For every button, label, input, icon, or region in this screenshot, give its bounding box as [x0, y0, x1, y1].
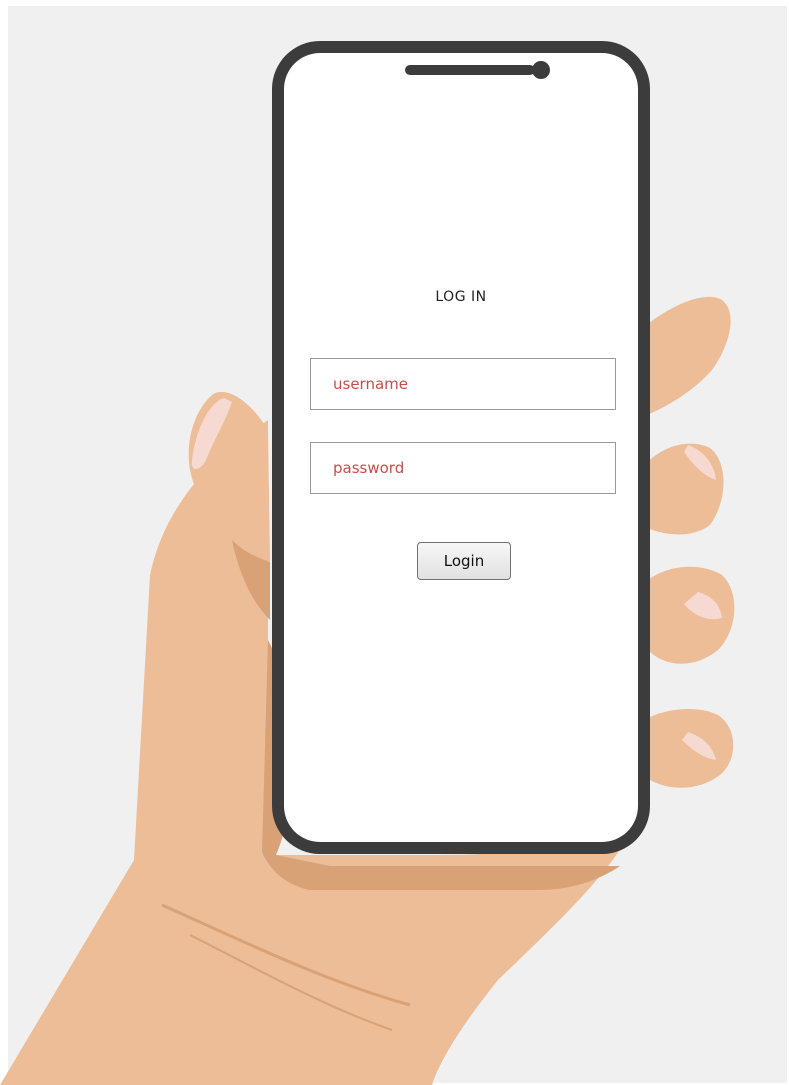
phone-screen: LOG IN Login — [284, 53, 638, 842]
little-finger — [644, 708, 734, 788]
password-input[interactable] — [310, 442, 616, 494]
login-button[interactable]: Login — [417, 542, 511, 580]
login-mockup: LOG IN Login — [0, 0, 789, 1085]
index-finger — [640, 296, 731, 418]
middle-finger — [640, 443, 724, 535]
username-input[interactable] — [310, 358, 616, 410]
login-title: LOG IN — [435, 289, 487, 305]
